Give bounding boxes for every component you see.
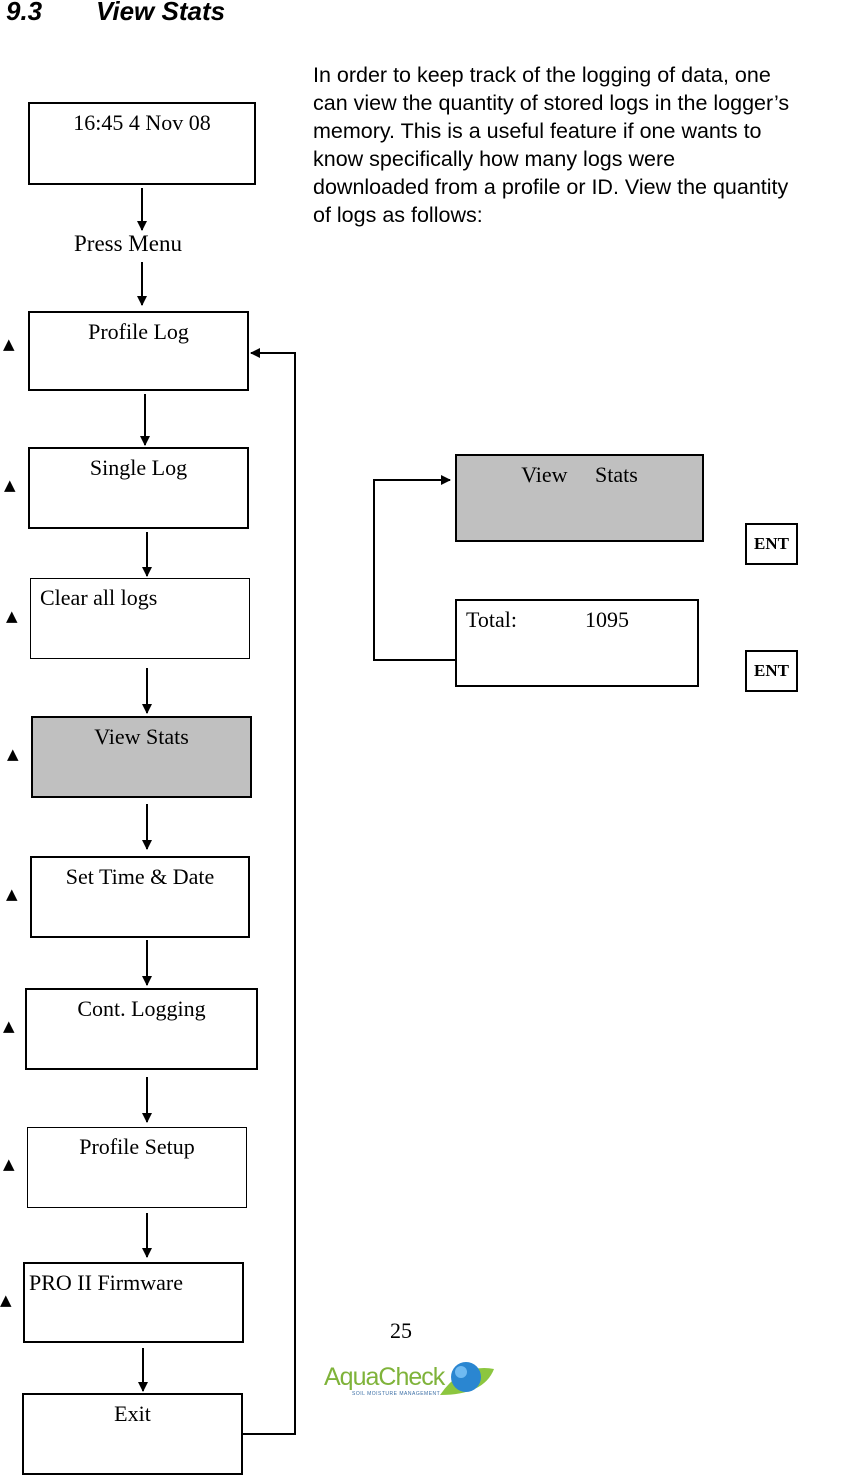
menu-item-label: Cont. Logging	[77, 996, 206, 1021]
menu-item-cont-logging[interactable]: Cont. Logging	[25, 988, 258, 1070]
home-screen-text: 16:45 4 Nov 08	[73, 110, 211, 135]
page-number: 25	[390, 1318, 412, 1343]
up-arrow-icon: ▲	[6, 885, 18, 903]
menu-item-label: Profile Log	[88, 319, 189, 344]
ent-key-1[interactable]: ENT	[745, 523, 798, 565]
up-arrow-icon: ▲	[3, 1017, 15, 1035]
menu-item-label: Exit	[114, 1401, 151, 1426]
menu-item-profile-log[interactable]: Profile Log	[28, 311, 249, 391]
up-arrow-icon: ▲	[7, 745, 19, 763]
total-value: 1095	[585, 607, 630, 632]
up-arrow-icon: ▲	[0, 1291, 12, 1309]
up-arrow-icon: ▲	[4, 476, 16, 494]
press-menu-label: Press Menu	[74, 231, 182, 256]
menu-item-set-time-date[interactable]: Set Time & Date	[30, 856, 250, 938]
ent-key-2[interactable]: ENT	[745, 650, 798, 692]
logo-tagline: SOIL MOISTURE MANAGEMENT	[352, 1391, 441, 1397]
menu-item-view-stats[interactable]: View Stats	[31, 716, 252, 798]
up-arrow-icon: ▲	[3, 335, 15, 353]
total-label: Total:	[466, 607, 518, 632]
menu-item-pro-ii-firmware[interactable]: PRO II Firmware	[23, 1262, 244, 1343]
globe-leaf-icon	[440, 1362, 494, 1395]
loop-total-to-view-stats	[373, 475, 455, 661]
menu-item-label: Set Time & Date	[65, 864, 215, 889]
menu-item-clear-all-logs[interactable]: Clear all logs	[30, 578, 250, 659]
menu-item-label: Clear all logs	[40, 585, 158, 610]
up-arrow-icon: ▲	[6, 607, 18, 625]
logo-text: AquaCheck	[324, 1363, 445, 1391]
menu-item-profile-setup[interactable]: Profile Setup	[27, 1127, 247, 1208]
menu-item-label: View Stats	[94, 724, 189, 749]
total-screen: Total: 1095	[455, 599, 699, 687]
view-stats-screen-text: View Stats	[521, 462, 638, 487]
menu-item-exit[interactable]: Exit	[22, 1393, 243, 1475]
view-stats-screen: View Stats	[455, 454, 704, 542]
menu-item-label: Single Log	[89, 455, 188, 480]
menu-item-label: Profile Setup	[79, 1134, 195, 1159]
up-arrow-icon: ▲	[3, 1155, 15, 1173]
menu-item-label: PRO II Firmware	[29, 1270, 183, 1295]
aquacheck-logo: AquaCheck SOIL MOISTURE MANAGEMENT	[322, 1355, 494, 1405]
home-screen: 16:45 4 Nov 08	[28, 102, 256, 185]
menu-item-single-log[interactable]: Single Log	[28, 447, 249, 529]
